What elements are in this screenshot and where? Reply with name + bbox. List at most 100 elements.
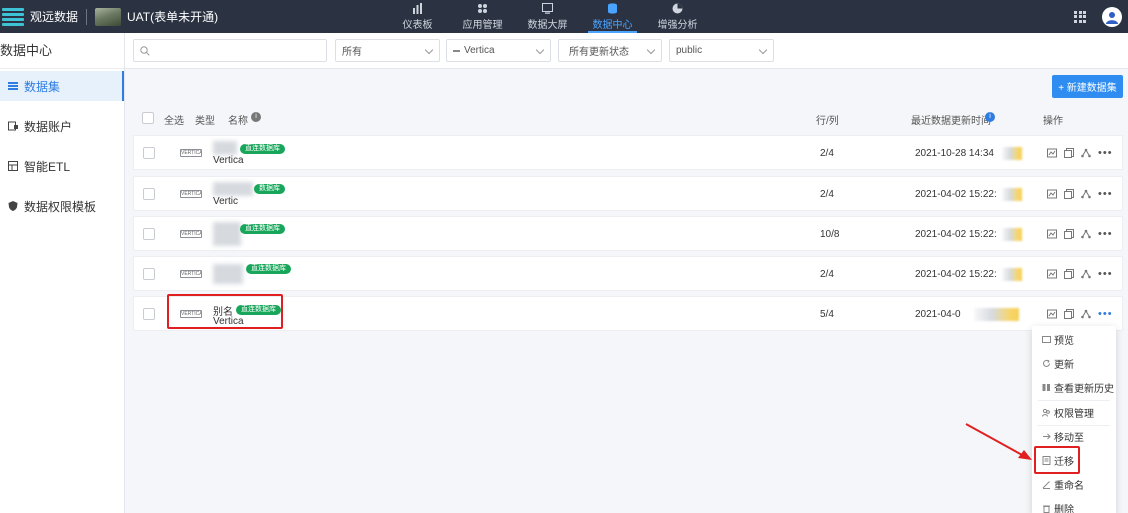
redacted-name [213,222,241,246]
apps-icon [478,3,487,13]
redacted-time [1002,268,1022,281]
type-select[interactable]: 所有 [335,39,440,62]
lineage-icon[interactable] [1081,229,1091,239]
menu-item-rename[interactable]: 重命名 [1032,472,1116,496]
annotation-arrow-icon [965,423,1032,460]
row-checkbox[interactable] [143,228,155,240]
avatar[interactable] [1102,6,1122,27]
row-checkbox[interactable] [143,147,155,159]
rows-cols-value: 2/4 [820,269,834,280]
lineage-icon[interactable] [1081,189,1091,199]
nav-data-screen[interactable]: 数据大屏 [519,0,576,33]
table-row[interactable]: VERTICA 直连数据库 10/8 2021-04-02 15:22: ••• [133,216,1123,251]
chart-icon[interactable] [1047,309,1057,319]
rows-cols-value: 2/4 [820,189,834,200]
sidebar-item-dataset[interactable]: 数据集 [0,71,124,101]
lineage-icon[interactable] [1081,269,1091,279]
table-row[interactable]: VERTICA 直连数据库 2/4 2021-04-02 15:22: ••• [133,256,1123,291]
select-all-checkbox[interactable] [142,112,154,124]
menu-item-move-to[interactable]: 移动至 [1032,424,1116,448]
new-dataset-button[interactable]: + 新建数据集 [1052,75,1123,98]
rows-cols-value: 5/4 [820,309,834,320]
table-row[interactable]: VERTICA 直连数据库 Vertica 2/4 2021-10-28 14:… [133,135,1123,170]
status-badge: 数据库 [254,184,285,194]
project-name[interactable]: UAT(表单未开通) [127,8,218,25]
chevron-down-icon [758,45,768,55]
nav-dashboard[interactable]: 仪表板 [389,0,446,33]
nav-data-center[interactable]: 数据中心 [584,0,641,33]
update-time: 2021-04-0 [915,309,961,320]
sidebar-item-data-permission-template[interactable]: 数据权限模板 [0,191,124,221]
select-all-label[interactable]: 全选 [164,112,184,127]
row-checkbox[interactable] [143,188,155,200]
redacted-time [1002,188,1022,201]
status-badge: 直连数据库 [240,224,285,234]
more-icon[interactable]: ••• [1098,188,1113,200]
redacted-time [1002,147,1022,160]
source-select[interactable]: Vertica [446,39,551,62]
copy-icon[interactable] [1064,309,1074,319]
nav-enhanced-analysis[interactable]: 增强分析 [649,0,706,33]
history-icon [1042,383,1051,392]
more-icon[interactable]: ••• [1098,268,1113,280]
more-actions-menu: 预览 更新 查看更新历史 权限管理 移动至 迁移 重命名 删除 [1032,326,1116,513]
type-header: 类型 [195,116,215,127]
search-input[interactable] [133,39,327,62]
app-grid-icon[interactable] [1074,10,1086,23]
update-status-select[interactable]: 所有更新状态 [558,39,662,62]
search-icon [140,45,150,56]
menu-item-refresh[interactable]: 更新 [1032,351,1116,375]
brand-divider [86,8,88,25]
row-actions: ••• [1047,188,1120,200]
more-icon[interactable]: ••• [1098,147,1113,159]
menu-item-delete[interactable]: 删除 [1032,496,1116,513]
vertica-logo-icon: VERTICA [180,190,202,198]
row-actions: ••• [1047,268,1120,280]
info-icon[interactable]: i [985,112,995,122]
rows-cols-header: 行/列 [816,116,839,127]
chart-icon[interactable] [1047,189,1057,199]
table-row[interactable]: VERTICA 数据库 Vertic 2/4 2021-04-02 15:22:… [133,176,1123,211]
lineage-icon[interactable] [1081,148,1091,158]
sidebar-item-data-account[interactable]: 数据账户 [0,111,124,141]
row-checkbox[interactable] [143,308,155,320]
redacted-time [974,308,1019,321]
vertica-logo-icon: VERTICA [180,270,202,278]
brand-logo-icon[interactable] [2,7,24,26]
redacted-time [1002,228,1022,241]
copy-icon[interactable] [1064,148,1074,158]
dataset-icon [8,82,18,90]
sidebar-item-smart-etl[interactable]: 智能ETL [0,151,124,181]
menu-item-update-history[interactable]: 查看更新历史 [1032,375,1116,399]
shield-icon [8,201,18,211]
copy-icon[interactable] [1064,269,1074,279]
more-icon[interactable]: ••• [1098,308,1113,320]
chart-icon[interactable] [1047,269,1057,279]
nav-app-management[interactable]: 应用管理 [454,0,511,33]
chart-icon[interactable] [1047,148,1057,158]
dataset-source: Vertic [213,196,239,207]
info-icon[interactable]: i [251,112,261,122]
lineage-icon[interactable] [1081,309,1091,319]
chevron-down-icon [535,45,545,55]
row-checkbox[interactable] [143,268,155,280]
chart-icon[interactable] [1047,229,1057,239]
menu-item-preview[interactable]: 预览 [1032,327,1116,351]
update-time: 2021-04-02 15:22: [915,189,997,200]
sidebar-title: 数据中心 [0,33,124,69]
move-icon [1042,432,1051,441]
row-actions: ••• [1047,308,1120,320]
update-time: 2021-04-02 15:22: [915,229,997,240]
copy-icon[interactable] [1064,189,1074,199]
user-avatar-icon [1106,11,1118,24]
update-time: 2021-04-02 15:22: [915,269,997,280]
project-thumbnail[interactable] [95,7,122,26]
rows-cols-value: 2/4 [820,148,834,159]
copy-icon[interactable] [1064,229,1074,239]
schema-select[interactable]: public [669,39,774,62]
brand-name: 观远数据 [30,10,79,24]
more-icon[interactable]: ••• [1098,228,1113,240]
menu-item-permission[interactable]: 权限管理 [1032,400,1116,424]
vertica-logo-icon: VERTICA [180,149,202,157]
update-time: 2021-10-28 14:34 [915,148,994,159]
